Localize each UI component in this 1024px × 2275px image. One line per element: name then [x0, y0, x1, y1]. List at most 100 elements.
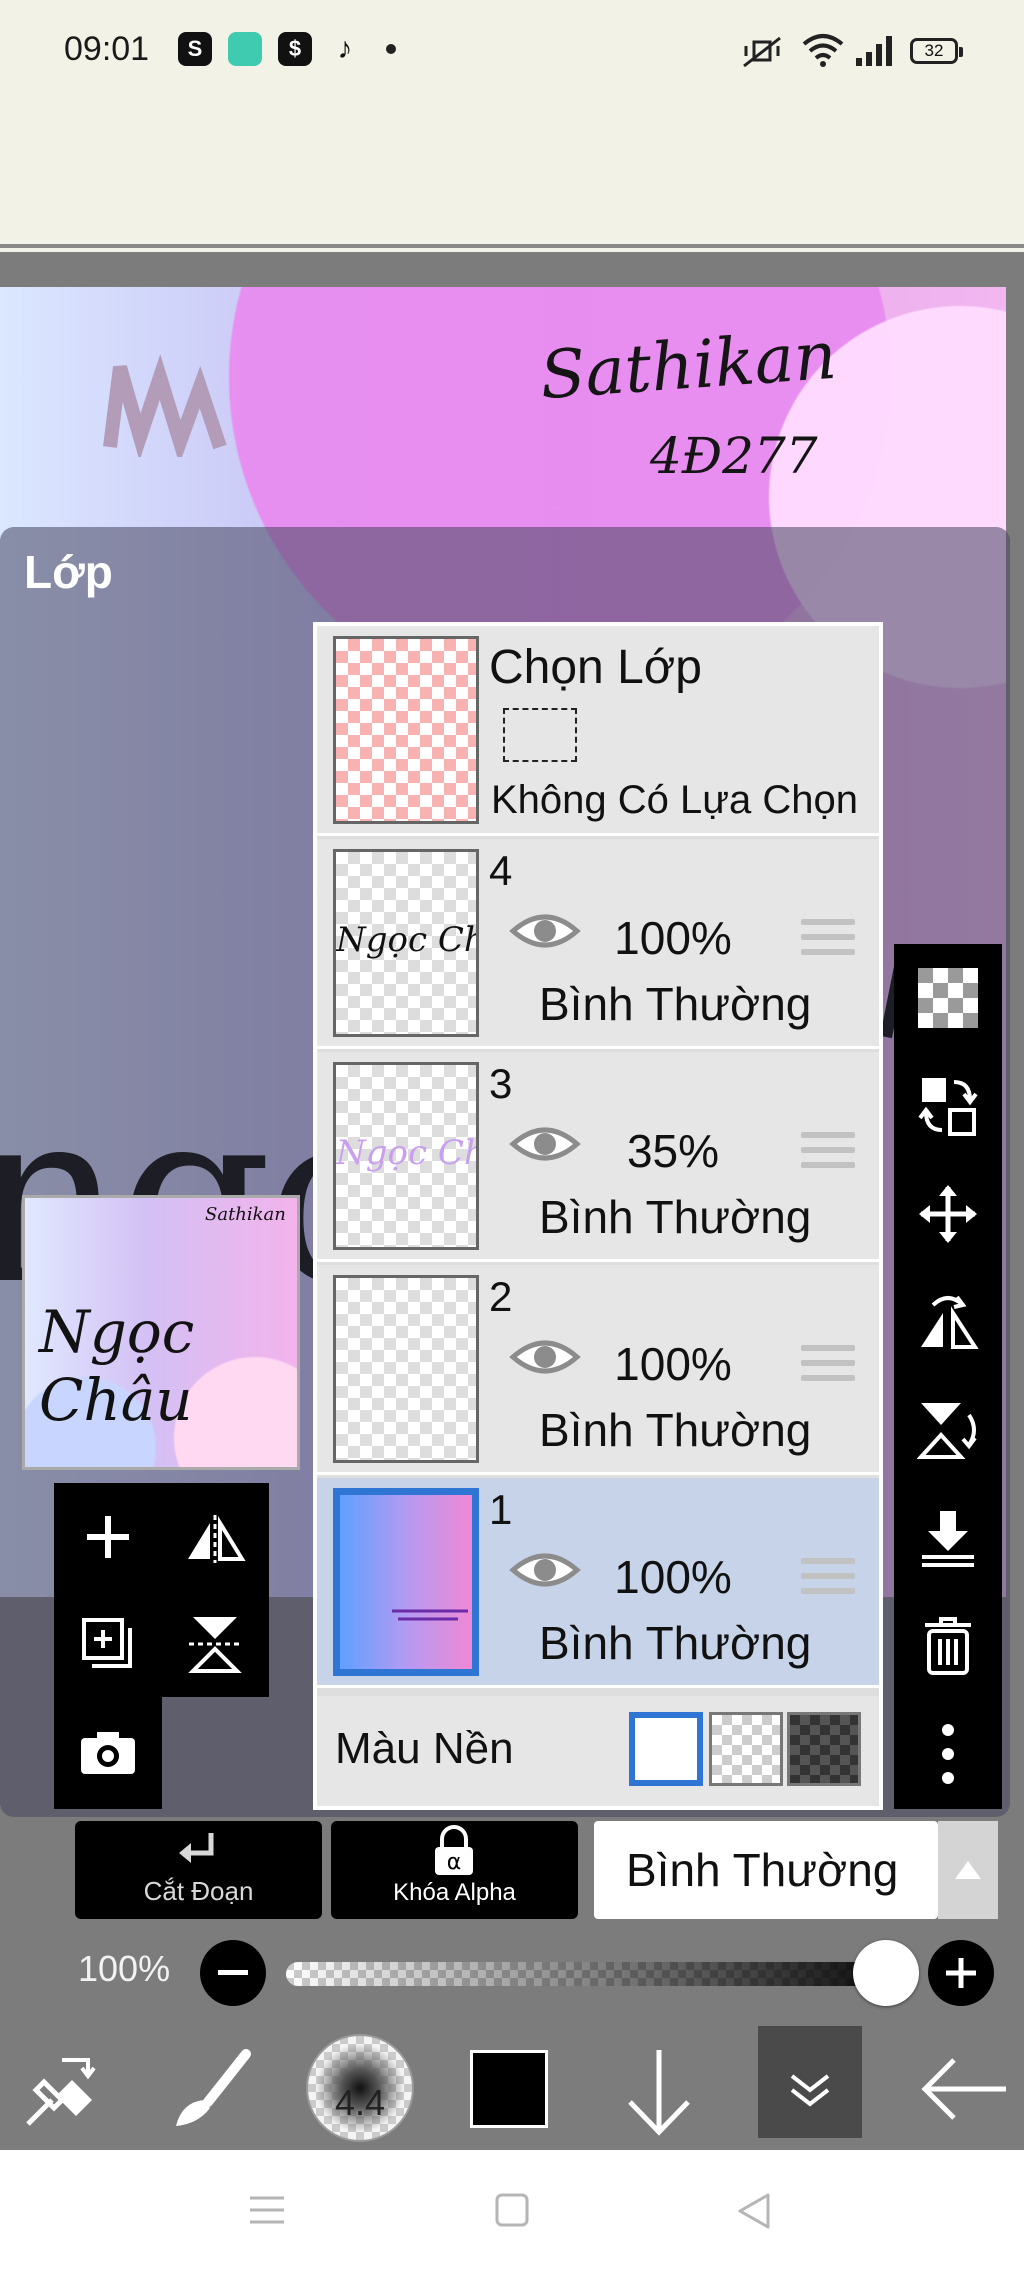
brush-tool-icon[interactable]: [168, 2048, 252, 2132]
layer-row-3[interactable]: Ngọc Châu 3 35% Bình Thường: [317, 1052, 879, 1262]
layer-row-2[interactable]: 2 100% Bình Thường: [317, 1265, 879, 1475]
layer-side-toolbar: [894, 944, 1002, 1809]
layer-opacity: 35%: [626, 1125, 720, 1177]
opacity-decrease-button[interactable]: [200, 1940, 266, 2006]
add-layer-button[interactable]: [55, 1483, 162, 1590]
visibility-eye-icon[interactable]: [509, 1122, 581, 1166]
scribble-decoration: [103, 354, 227, 457]
more-vertical-icon: [942, 1724, 954, 1784]
more-options-button[interactable]: [894, 1700, 1002, 1808]
opacity-increase-button[interactable]: [928, 1940, 994, 2006]
alpha-lock-label: Khóa Alpha: [393, 1879, 516, 1906]
skype-icon: S: [178, 32, 212, 66]
layer-thumbnail-text: Ngọc Châu: [336, 920, 476, 960]
canvas-preview-thumbnail[interactable]: Sathikan Ngọc Châu: [22, 1195, 300, 1470]
add-special-layer-button[interactable]: [55, 1590, 162, 1697]
layer-number: 4: [489, 847, 513, 894]
background-dark-checker-swatch[interactable]: [787, 1712, 861, 1786]
shopping-bag-icon: $: [278, 32, 312, 66]
merge-down-icon: [922, 1511, 974, 1567]
layer-row-4[interactable]: Ngọc Châu 4 100% Bình Thường: [317, 839, 879, 1049]
color-picker-button[interactable]: [470, 2050, 548, 2128]
layer-opacity: 100%: [614, 1338, 732, 1390]
layer-thumbnail: Ngọc Châu: [333, 849, 479, 1037]
artwork-signature-code: 4Ð277: [650, 427, 818, 485]
tool-switch-icon[interactable]: [22, 2050, 102, 2130]
background-color-row: Màu Nền: [317, 1696, 879, 1806]
back-icon[interactable]: [736, 2192, 772, 2230]
selection-marquee-icon: [503, 708, 577, 762]
layer-thumbnail: [333, 1275, 479, 1463]
app-notification-icon: [228, 32, 262, 66]
merge-down-button[interactable]: [894, 1484, 1002, 1592]
layer-row-1[interactable]: 1 100% Bình Thường: [317, 1478, 879, 1688]
status-time: 09:01: [64, 30, 150, 68]
checkerboard-icon: [918, 968, 978, 1028]
visibility-eye-icon[interactable]: [509, 909, 581, 953]
alpha-lock-button[interactable]: α Khóa Alpha: [331, 1821, 578, 1919]
flip-vertical-button[interactable]: [894, 1376, 1002, 1484]
layer-list: Chọn Lớp Không Có Lựa Chọn Ngọc Châu 4 1…: [313, 622, 883, 1810]
artwork-signature: Sathikan: [537, 316, 839, 415]
opacity-slider-thumb[interactable]: [853, 1940, 919, 2006]
camera-import-button[interactable]: [55, 1700, 162, 1807]
clipping-button[interactable]: Cắt Đoạn: [75, 1821, 322, 1919]
menu-icon[interactable]: [248, 2194, 286, 2226]
blend-mode-dropdown-button[interactable]: [938, 1821, 998, 1919]
status-bar: 09:01 S $ ♪ 32: [0, 0, 1024, 248]
clip-arrow-icon: [179, 1833, 214, 1863]
blend-mode-select[interactable]: Bình Thường: [594, 1821, 938, 1919]
layer-blend-mode: Bình Thường: [539, 1404, 812, 1456]
move-layer-button[interactable]: [894, 1160, 1002, 1268]
arrow-down-icon[interactable]: [624, 2046, 694, 2136]
drag-handle-icon[interactable]: [801, 1345, 855, 1381]
opacity-slider-track[interactable]: [286, 1962, 886, 1986]
selection-layer-thumbnail: [333, 636, 479, 824]
selection-layer-row[interactable]: Chọn Lớp Không Có Lựa Chọn: [317, 626, 879, 836]
layer-tools-panel-extra: [54, 1697, 162, 1809]
background-white-swatch[interactable]: [629, 1712, 703, 1786]
lock-icon: α: [435, 1825, 473, 1875]
selection-layer-title: Chọn Lớp: [489, 641, 702, 694]
mute-vibrate-icon: [743, 36, 781, 68]
flip-layer-vertical-button[interactable]: [162, 1590, 269, 1697]
plus-icon: [946, 1958, 976, 1988]
back-arrow-icon[interactable]: [920, 2056, 1010, 2122]
layer-tools-panel: [54, 1483, 269, 1697]
flip-horizontal-button[interactable]: [894, 1268, 1002, 1376]
flip-vertical-icon: [188, 1616, 242, 1673]
signal-icon: [856, 36, 892, 66]
transparent-fill-button[interactable]: [894, 944, 1002, 1052]
opacity-value: 100%: [78, 1948, 171, 1989]
flip-layer-horizontal-button[interactable]: [162, 1483, 269, 1590]
drag-handle-icon[interactable]: [801, 1558, 855, 1594]
background-transparent-swatch[interactable]: [709, 1712, 783, 1786]
move-arrows-icon: [919, 1185, 977, 1243]
layer-panel-toggle-button[interactable]: [758, 2026, 862, 2138]
visibility-eye-icon[interactable]: [509, 1548, 581, 1592]
layer-number: 1: [489, 1486, 513, 1533]
layer-number: 2: [489, 1273, 513, 1320]
flip-horizontal-icon: [921, 1295, 979, 1349]
battery-indicator: 32: [910, 38, 963, 64]
layer-thumbnail: Ngọc Châu: [333, 1062, 479, 1250]
layer-blend-mode: Bình Thường: [539, 1191, 812, 1243]
visibility-eye-icon[interactable]: [509, 1335, 581, 1379]
layer-number: 3: [489, 1060, 513, 1107]
plus-icon: [87, 1515, 129, 1558]
swap-layer-icon: [918, 1078, 978, 1136]
thumbnail-stroke-decoration: [392, 1609, 468, 1621]
drag-handle-icon[interactable]: [801, 1132, 855, 1168]
clipping-label: Cắt Đoạn: [143, 1876, 254, 1906]
drag-handle-icon[interactable]: [801, 919, 855, 955]
background-color-label: Màu Nền: [335, 1724, 514, 1773]
trash-icon: [925, 1617, 971, 1675]
system-navigation-bar: [0, 2150, 1024, 2275]
delete-layer-button[interactable]: [894, 1592, 1002, 1700]
swap-layer-button[interactable]: [894, 1052, 1002, 1160]
layer-opacity: 100%: [614, 912, 732, 964]
preview-signature: Sathikan: [205, 1204, 286, 1225]
triangle-up-icon: [955, 1861, 981, 1879]
home-icon[interactable]: [494, 2192, 530, 2228]
layer-thumbnail: [333, 1488, 479, 1676]
